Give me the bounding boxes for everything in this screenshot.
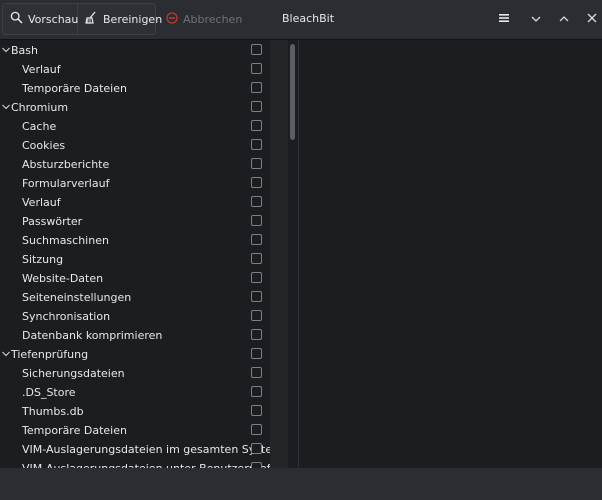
clean-button[interactable]: Bereinigen — [78, 4, 162, 34]
tree-item-row[interactable]: Suchmaschinen — [0, 231, 270, 250]
tree-item-label: Temporäre Dateien — [22, 424, 127, 437]
tree-item-checkbox[interactable] — [251, 405, 262, 416]
tree-item-checkbox[interactable] — [251, 82, 262, 93]
tree-item-row[interactable]: Sicherungsdateien — [0, 364, 270, 383]
abort-button[interactable]: Abbrechen — [160, 4, 243, 34]
tree-item-row[interactable]: Thumbs.db — [0, 402, 270, 421]
tree-item-label: Chromium — [11, 101, 69, 114]
tree-item-row[interactable]: Datenbank komprimieren — [0, 326, 270, 345]
tree-item-checkbox[interactable] — [251, 272, 262, 283]
maximize-button[interactable] — [555, 10, 573, 28]
tree-item-checkbox[interactable] — [251, 253, 262, 264]
chevron-down-icon[interactable] — [1, 349, 11, 359]
tree-item-checkbox[interactable] — [251, 158, 262, 169]
tree-item-label: Synchronisation — [22, 310, 111, 323]
tree-item-row[interactable]: Verlauf — [0, 60, 270, 79]
preview-button[interactable]: Vorschau — [4, 4, 78, 34]
title-bar: Vorschau Bereinigen Abbrechen BleachBit — [0, 0, 602, 40]
tree-item-label: Suchmaschinen — [22, 234, 109, 247]
tree-item-label: Cache — [22, 120, 57, 133]
close-button[interactable] — [583, 10, 601, 28]
tree-item-checkbox[interactable] — [251, 443, 262, 454]
tree-item-checkbox[interactable] — [251, 44, 262, 55]
tree-item-checkbox[interactable] — [251, 329, 262, 340]
tree-item-row[interactable]: Cache — [0, 117, 270, 136]
tree-item-row[interactable]: Website-Daten — [0, 269, 270, 288]
tree-item-label: Verlauf — [22, 196, 61, 209]
tree-item-label: .DS_Store — [22, 386, 76, 399]
preview-label: Vorschau — [28, 12, 79, 26]
close-icon — [587, 13, 597, 26]
tree-item-row[interactable]: VIM-Auslagerungsdateien unter Benutzerpr… — [0, 459, 270, 468]
tree-item-row[interactable]: Cookies — [0, 136, 270, 155]
window-title: BleachBit — [282, 12, 335, 25]
tree-item-checkbox[interactable] — [251, 63, 262, 74]
broom-icon — [84, 11, 98, 28]
tree-item-row[interactable]: Passwörter — [0, 212, 270, 231]
pane-splitter[interactable] — [270, 40, 288, 468]
tree-item-checkbox[interactable] — [251, 291, 262, 302]
tree-item-checkbox[interactable] — [251, 386, 262, 397]
tree-item-label: Thumbs.db — [22, 405, 84, 418]
tree-item-checkbox[interactable] — [251, 348, 262, 359]
tree-item-label: Tiefenprüfung — [11, 348, 89, 361]
stop-icon — [166, 11, 178, 27]
tree-item-checkbox[interactable] — [251, 101, 262, 112]
menu-button[interactable] — [495, 10, 513, 28]
tree-item-checkbox[interactable] — [251, 367, 262, 378]
tree-item-row[interactable]: Absturzberichte — [0, 155, 270, 174]
tree-item-label: Seiteneinstellungen — [22, 291, 132, 304]
tree-group-row[interactable]: Bash — [0, 41, 270, 60]
tree-item-label: Absturzberichte — [22, 158, 110, 171]
tree-item-row[interactable]: Temporäre Dateien — [0, 421, 270, 440]
search-icon — [10, 11, 23, 27]
tree-item-checkbox[interactable] — [251, 177, 262, 188]
tree-item-checkbox[interactable] — [251, 310, 262, 321]
scrollbar-thumb[interactable] — [290, 44, 295, 140]
tree-item-label: Website-Daten — [22, 272, 104, 285]
chevron-up-icon — [558, 13, 570, 26]
tree-item-row[interactable]: .DS_Store — [0, 383, 270, 402]
status-bar — [0, 468, 602, 500]
tree-item-label: Verlauf — [22, 63, 61, 76]
tree-item-checkbox[interactable] — [251, 120, 262, 131]
tree-item-row[interactable]: Verlauf — [0, 193, 270, 212]
tree-item-label: Sitzung — [22, 253, 64, 266]
tree-item-label: Passwörter — [22, 215, 83, 228]
tree-item-label: Temporäre Dateien — [22, 82, 127, 95]
tree-item-label: Bash — [11, 44, 38, 57]
tree-item-label: VIM-Auslagerungsdateien im gesamten Syst… — [22, 443, 270, 456]
tree-item-checkbox[interactable] — [251, 196, 262, 207]
tree-scrollbar[interactable] — [288, 40, 299, 468]
abort-label: Abbrechen — [183, 12, 243, 26]
results-pane — [299, 40, 602, 468]
tree-item-row[interactable]: Formularverlauf — [0, 174, 270, 193]
tree-group-row[interactable]: Chromium — [0, 98, 270, 117]
hamburger-menu-icon — [498, 13, 510, 26]
tree-item-label: Formularverlauf — [22, 177, 110, 190]
tree-item-label: Datenbank komprimieren — [22, 329, 163, 342]
tree-item-label: Cookies — [22, 139, 66, 152]
tree-item-row[interactable]: Temporäre Dateien — [0, 79, 270, 98]
cleaner-tree: Bash Verlauf Temporäre Dateien Chromium Cach… — [0, 40, 270, 468]
tree-group-row[interactable]: Tiefenprüfung — [0, 345, 270, 364]
tree-item-row[interactable]: Seiteneinstellungen — [0, 288, 270, 307]
tree-item-checkbox[interactable] — [251, 234, 262, 245]
tree-item-row[interactable]: Synchronisation — [0, 307, 270, 326]
chevron-down-icon — [530, 13, 542, 26]
minimize-button[interactable] — [527, 10, 545, 28]
tree-item-checkbox[interactable] — [251, 424, 262, 435]
tree-item-checkbox[interactable] — [251, 139, 262, 150]
tree-item-label: Sicherungsdateien — [22, 367, 125, 380]
chevron-down-icon[interactable] — [1, 45, 11, 55]
tree-item-row[interactable]: VIM-Auslagerungsdateien im gesamten Syst… — [0, 440, 270, 459]
tree-item-checkbox[interactable] — [251, 215, 262, 226]
clean-label: Bereinigen — [103, 12, 163, 26]
tree-item-row[interactable]: Sitzung — [0, 250, 270, 269]
chevron-down-icon[interactable] — [1, 102, 11, 112]
